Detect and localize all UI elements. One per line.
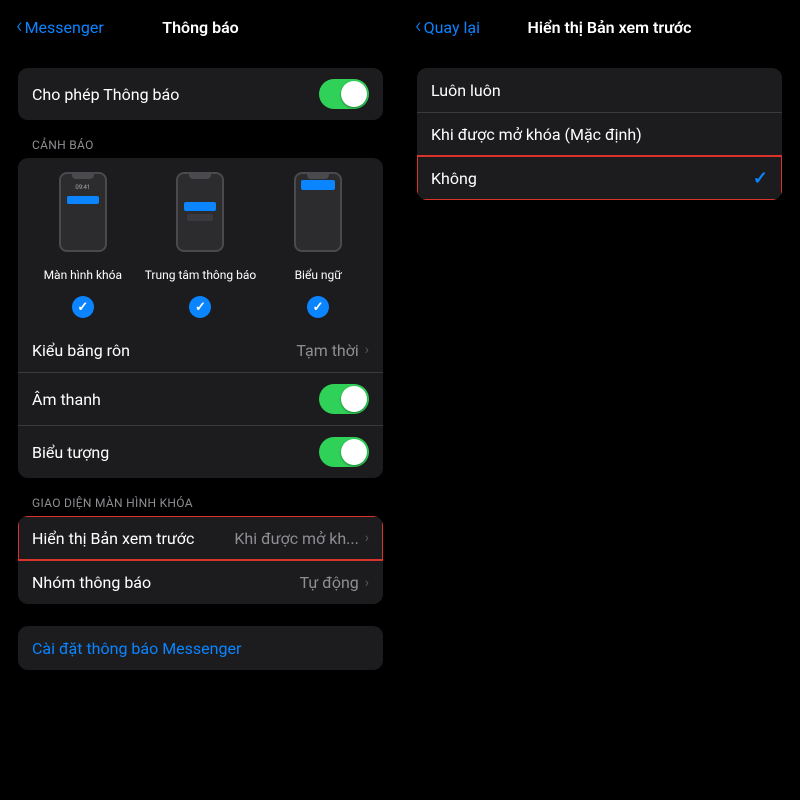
banner-style-row[interactable]: Kiểu băng rôn Tạm thời ›	[18, 328, 383, 372]
chevron-right-icon: ›	[365, 575, 369, 591]
content-scroll[interactable]: Cho phép Thông báo CẢNH BÁO 09:41 Màn hì…	[4, 48, 397, 796]
preview-options-group: Luôn luôn Khi được mở khóa (Mặc định) Kh…	[417, 68, 782, 200]
link-label: Cài đặt thông báo Messenger	[32, 639, 369, 658]
left-phone-screen: ‹ Messenger Thông báo Cho phép Thông báo…	[4, 4, 397, 796]
chevron-left-icon: ‹	[415, 16, 422, 38]
alert-option-notification-center[interactable]: Trung tâm thông báo ✓	[142, 172, 258, 318]
row-value: Tự động	[300, 573, 359, 592]
sounds-toggle[interactable]	[319, 384, 369, 414]
back-label: Quay lại	[424, 18, 480, 37]
row-value: Tạm thời	[296, 341, 358, 360]
chevron-right-icon: ›	[365, 342, 369, 358]
navbar: ‹ Messenger Thông báo	[4, 4, 397, 48]
alert-option-label: Trung tâm thông báo	[145, 260, 257, 290]
preview-option-always[interactable]: Luôn luôn	[417, 68, 782, 112]
option-label: Không	[431, 169, 753, 188]
check-circle-icon: ✓	[189, 296, 211, 318]
lock-appearance-group: Hiển thị Bản xem trước Khi được mở kh...…	[18, 516, 383, 604]
allow-label: Cho phép Thông báo	[32, 85, 319, 104]
alert-option-label: Màn hình khóa	[44, 260, 122, 290]
lock-screen-preview-icon: 09:41	[59, 172, 107, 252]
allow-notifications-row[interactable]: Cho phép Thông báo	[18, 68, 383, 120]
back-button[interactable]: ‹ Messenger	[16, 16, 104, 38]
messenger-settings-row[interactable]: Cài đặt thông báo Messenger	[18, 626, 383, 670]
alert-option-banners[interactable]: Biểu ngữ ✓	[260, 172, 376, 318]
badges-row[interactable]: Biểu tượng	[18, 425, 383, 478]
lock-appearance-header: GIAO DIỆN MÀN HÌNH KHÓA	[18, 478, 383, 516]
alert-style-picker: 09:41 Màn hình khóa ✓ Trung tâm thông bá…	[18, 158, 383, 328]
notification-center-preview-icon	[176, 172, 224, 252]
content-scroll[interactable]: Luôn luôn Khi được mở khóa (Mặc định) Kh…	[403, 48, 796, 796]
chevron-left-icon: ‹	[16, 16, 23, 38]
show-previews-row[interactable]: Hiển thị Bản xem trước Khi được mở kh...…	[18, 516, 383, 560]
alerts-group: 09:41 Màn hình khóa ✓ Trung tâm thông bá…	[18, 158, 383, 478]
row-label: Biểu tượng	[32, 443, 319, 462]
chevron-right-icon: ›	[365, 530, 369, 546]
sounds-row[interactable]: Âm thanh	[18, 372, 383, 425]
preview-option-when-unlocked[interactable]: Khi được mở khóa (Mặc định)	[417, 112, 782, 156]
back-label: Messenger	[25, 18, 104, 37]
navbar: ‹ Quay lại Hiển thị Bản xem trước	[403, 4, 796, 48]
row-label: Âm thanh	[32, 390, 319, 409]
alerts-header: CẢNH BÁO	[18, 120, 383, 158]
check-circle-icon: ✓	[72, 296, 94, 318]
row-label: Nhóm thông báo	[32, 573, 292, 592]
badges-toggle[interactable]	[319, 437, 369, 467]
allow-toggle[interactable]	[319, 79, 369, 109]
check-circle-icon: ✓	[307, 296, 329, 318]
alert-option-lock-screen[interactable]: 09:41 Màn hình khóa ✓	[25, 172, 141, 318]
alert-option-label: Biểu ngữ	[295, 260, 342, 290]
checkmark-icon: ✓	[753, 168, 768, 189]
option-label: Khi được mở khóa (Mặc định)	[431, 125, 768, 144]
row-label: Kiểu băng rôn	[32, 341, 288, 360]
preview-option-never[interactable]: Không ✓	[417, 156, 782, 200]
allow-notifications-group: Cho phép Thông báo	[18, 68, 383, 120]
option-label: Luôn luôn	[431, 81, 768, 100]
messenger-settings-group: Cài đặt thông báo Messenger	[18, 626, 383, 670]
right-phone-screen: ‹ Quay lại Hiển thị Bản xem trước Luôn l…	[403, 4, 796, 796]
back-button[interactable]: ‹ Quay lại	[415, 16, 480, 38]
banner-preview-icon	[294, 172, 342, 252]
notification-grouping-row[interactable]: Nhóm thông báo Tự động ›	[18, 560, 383, 604]
row-label: Hiển thị Bản xem trước	[32, 529, 226, 548]
row-value: Khi được mở kh...	[234, 529, 358, 548]
